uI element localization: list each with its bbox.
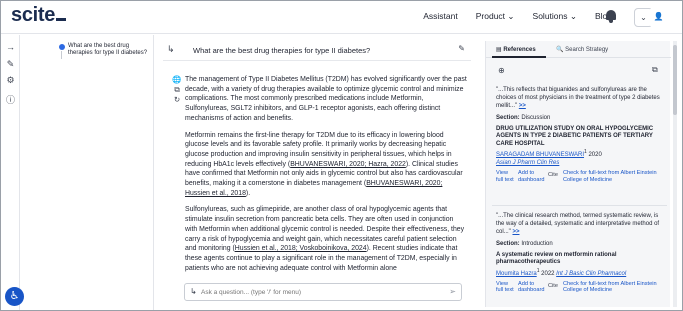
- reference-divider: [492, 205, 667, 206]
- answer-paragraph: Sulfonylureas, such as glimepiride, are …: [185, 206, 465, 272]
- reference-meta: Moumita Hazra1 2022 Int J Basic Clin Pha…: [496, 267, 627, 277]
- answer-paragraph: The management of Type II Diabetes Melli…: [185, 76, 467, 122]
- copy-icon[interactable]: ⧉: [172, 85, 182, 95]
- reference-section: Section: Introduction: [496, 240, 553, 247]
- references-panel: ▤ References 🔍 Search Strategy ⊕ ⧉ "...T…: [485, 41, 671, 307]
- reference-card: "...This reflects that biguanides and su…: [496, 86, 666, 188]
- reference-author[interactable]: Moumita Hazra: [496, 271, 537, 277]
- ask-question-input[interactable]: [201, 286, 441, 298]
- conversation-list: What are the best drug therapies for typ…: [21, 35, 154, 310]
- add-to-dashboard-link[interactable]: Add to dashboard: [518, 281, 546, 294]
- reference-section: Section: Discussion: [496, 114, 551, 121]
- citation-link[interactable]: BHUVANESWARI, 2020; Hazra, 2022: [290, 161, 406, 168]
- top-navbar: scite Assistant Product ⌄ Solutions ⌄ Bl…: [1, 1, 682, 34]
- ask-question-box: ↳ ➢: [184, 283, 462, 301]
- active-tab-indicator: [492, 56, 546, 58]
- main-nav: Assistant Product ⌄ Solutions ⌄ Blog: [423, 11, 612, 22]
- arrow-right-circle-icon[interactable]: ⊕: [498, 66, 505, 75]
- edit-icon[interactable]: ✎: [5, 59, 16, 70]
- app-window: scite Assistant Product ⌄ Solutions ⌄ Bl…: [0, 0, 683, 311]
- expand-quote-link[interactable]: >>: [519, 103, 526, 109]
- view-full-text-link[interactable]: View full text: [496, 281, 516, 294]
- chat-main: ↳ What are the best drug therapies for t…: [155, 35, 479, 310]
- reference-journal-line: Asian J Pharm Clin Res: [496, 159, 666, 167]
- accessibility-icon[interactable]: ♿: [5, 287, 24, 306]
- reference-title[interactable]: DRUG UTILIZATION STUDY ON ORAL HYPOGLYCE…: [496, 126, 666, 149]
- answer-body: The management of Type II Diabetes Melli…: [185, 75, 467, 280]
- question-header: ↳ What are the best drug therapies for t…: [163, 39, 471, 61]
- reference-card: "...The clinical research method, termed…: [496, 212, 666, 299]
- gear-icon[interactable]: ⚙: [5, 75, 16, 86]
- edit-question-icon[interactable]: ✎: [458, 44, 465, 53]
- view-full-text-link[interactable]: View full text: [496, 170, 516, 183]
- check-full-text-link[interactable]: Check for full-text from Albert Einstein…: [563, 170, 667, 183]
- question-text: What are the best drug therapies for typ…: [193, 46, 371, 55]
- cite-button[interactable]: Cite: [548, 283, 558, 290]
- citation-link[interactable]: Hussien et al., 2018; Voskoboinikova, 20…: [235, 245, 367, 252]
- reference-journal[interactable]: Int J Basic Clin Pharmacol: [556, 271, 626, 277]
- reference-journal[interactable]: Asian J Pharm Clin Res: [496, 160, 559, 166]
- cite-button[interactable]: Cite: [548, 172, 558, 179]
- tab-references[interactable]: ▤ References: [496, 46, 536, 53]
- references-scroll-thumb[interactable]: [673, 45, 677, 115]
- nav-product[interactable]: Product ⌄: [476, 11, 515, 22]
- expand-quote-link[interactable]: >>: [512, 229, 519, 235]
- reference-actions: View full text Add to dashboard Cite Che…: [496, 170, 666, 188]
- arrow-right-icon[interactable]: →: [5, 42, 16, 53]
- reference-actions: View full text Add to dashboard Cite Che…: [496, 281, 666, 299]
- reference-title[interactable]: A systematic review on metformin rationa…: [496, 252, 666, 267]
- conversation-thread-line: [61, 51, 62, 59]
- globe-icon[interactable]: 🌐: [172, 75, 182, 85]
- reply-arrow-icon: ↳: [167, 44, 175, 54]
- bell-icon[interactable]: [605, 9, 617, 23]
- nav-solutions[interactable]: Solutions ⌄: [533, 11, 577, 22]
- conversation-item[interactable]: What are the best drug therapies for typ…: [68, 43, 150, 57]
- active-conversation-dot: [59, 44, 65, 50]
- user-icon[interactable]: 👤: [649, 8, 668, 27]
- copy-icon[interactable]: ⧉: [652, 65, 658, 75]
- tab-search-strategy[interactable]: 🔍 Search Strategy: [556, 46, 608, 53]
- left-sidebar: → ✎ ⚙ ⓘ: [1, 35, 20, 310]
- help-icon[interactable]: ⓘ: [5, 95, 16, 106]
- reference-quote: "...This reflects that biguanides and su…: [496, 87, 660, 110]
- reference-meta: SARAGADAM BHUVANESWARI1 2020: [496, 149, 602, 159]
- reference-quote: "...The clinical research method, termed…: [496, 213, 660, 236]
- check-full-text-link[interactable]: Check for full-text from Albert Einstein…: [563, 281, 667, 294]
- send-icon[interactable]: ➢: [449, 287, 456, 296]
- answer-paragraph: Metformin remains the first-line therapy…: [185, 131, 463, 197]
- refresh-icon[interactable]: ↻: [172, 95, 182, 105]
- add-to-dashboard-link[interactable]: Add to dashboard: [518, 170, 546, 183]
- reference-tabs: ▤ References 🔍 Search Strategy: [486, 41, 671, 58]
- reference-author[interactable]: SARAGADAM BHUVANESWARI: [496, 152, 584, 158]
- scite-logo[interactable]: scite: [11, 4, 67, 27]
- reply-arrow-icon: ↳: [190, 287, 197, 296]
- answer-tools: 🌐 ⧉ ↻: [172, 75, 182, 105]
- nav-assistant[interactable]: Assistant: [423, 11, 458, 22]
